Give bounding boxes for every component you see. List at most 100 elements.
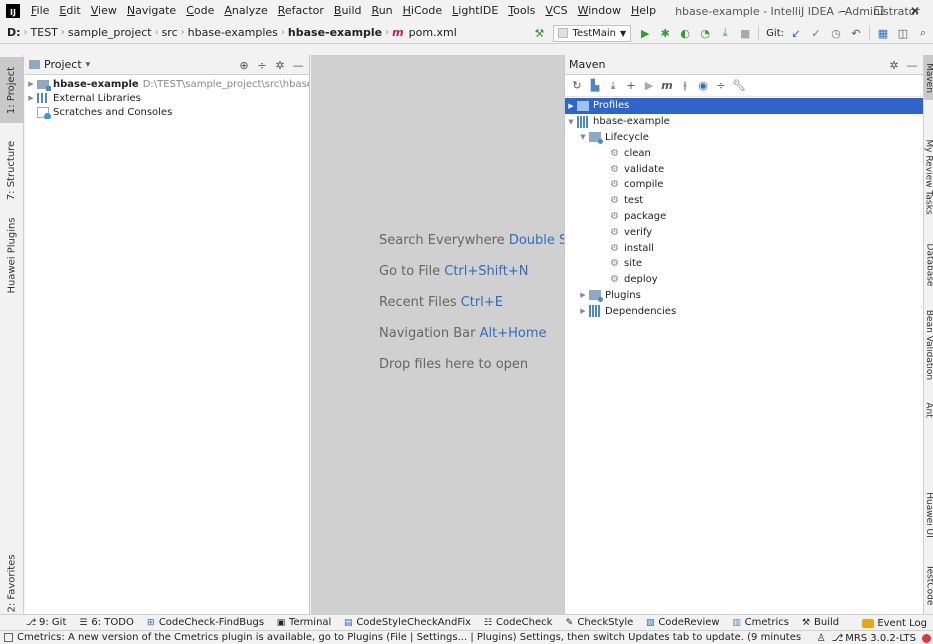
search-icon[interactable]: ⌕ <box>914 24 932 42</box>
breadcrumb-hbase-examples[interactable]: hbase-examples <box>185 26 281 39</box>
error-indicator-icon[interactable] <box>922 633 931 643</box>
tab-codecheck[interactable]: ☷ CodeCheck <box>477 617 558 628</box>
wrench-icon[interactable]: 🔧︎ <box>731 78 747 94</box>
tab-project[interactable]: 1: Project <box>0 57 24 123</box>
gear-icon[interactable]: ✲ <box>887 59 901 72</box>
maven-phase-test[interactable]: ⚙ test <box>565 193 923 209</box>
tab-bean-validation[interactable]: Bean Validation <box>924 295 933 395</box>
menu-navigate[interactable]: Navigate <box>122 0 181 22</box>
tab-database[interactable]: Database <box>924 235 933 295</box>
collapse-arrow-icon[interactable]: ▼ <box>577 133 589 141</box>
reload-icon[interactable]: ↻ <box>569 78 585 94</box>
tree-item-external-libraries[interactable]: ▶ External Libraries <box>25 91 309 105</box>
close-button[interactable]: ✕ <box>897 0 933 22</box>
tab-structure[interactable]: 7: Structure <box>0 130 24 210</box>
rollback-icon[interactable]: ↶ <box>847 24 865 42</box>
download-icon[interactable]: ⤓ <box>605 78 621 94</box>
menu-build[interactable]: Build <box>329 0 367 22</box>
run-maven-icon[interactable]: ▶ <box>641 78 657 94</box>
event-log-tab[interactable]: Event Log <box>862 615 927 631</box>
expand-arrow-icon[interactable]: ▶ <box>25 80 37 88</box>
toggle-tool-windows-icon[interactable] <box>4 633 13 642</box>
maven-phase-package[interactable]: ⚙ package <box>565 209 923 225</box>
tab-ant[interactable]: Ant <box>924 395 933 425</box>
tab-favorites[interactable]: 2: Favorites <box>0 543 24 623</box>
locate-file-icon[interactable]: ⊕ <box>237 59 251 72</box>
tab-git[interactable]: ⎇ 9: Git <box>20 617 72 628</box>
menu-code[interactable]: Code <box>181 0 219 22</box>
skip-tests-icon[interactable]: ⫲ <box>677 78 693 94</box>
menu-help[interactable]: Help <box>626 0 661 22</box>
collapse-all-icon[interactable]: ÷ <box>255 59 269 72</box>
git-history-icon[interactable]: ◷ <box>827 24 845 42</box>
expand-arrow-icon[interactable]: ▶ <box>25 94 37 102</box>
gear-icon[interactable]: ✲ <box>273 59 287 72</box>
presentation-icon[interactable]: ◫ <box>894 24 912 42</box>
breadcrumb-sample-project[interactable]: sample_project <box>65 26 155 39</box>
menu-lightide[interactable]: LightIDE <box>447 0 503 22</box>
git-commit-icon[interactable]: ✓ <box>807 24 825 42</box>
debug-icon[interactable]: ✱ <box>656 24 674 42</box>
maven-phase-clean[interactable]: ⚙ clean <box>565 145 923 161</box>
show-dependencies-icon[interactable]: ◉ <box>695 78 711 94</box>
breadcrumb-hbase-example[interactable]: hbase-example <box>285 26 385 39</box>
tab-todo[interactable]: ☰ 6: TODO <box>72 617 139 628</box>
project-view-title[interactable]: Project <box>44 58 82 71</box>
hide-panel-icon[interactable]: — <box>291 59 305 72</box>
tab-my-review-tasks[interactable]: My Review Tasks <box>924 117 933 237</box>
tab-build[interactable]: ⚒ Build <box>795 617 845 628</box>
maven-tree-profiles[interactable]: ▶ Profiles <box>565 98 923 114</box>
menu-refactor[interactable]: Refactor <box>273 0 329 22</box>
breadcrumb-test[interactable]: TEST <box>28 26 61 39</box>
tab-codereview[interactable]: ▧ CodeReview <box>639 617 725 628</box>
git-branch-widget[interactable]: MRS 3.0.2-LTS <box>845 633 916 644</box>
project-structure-icon[interactable]: ▦ <box>874 24 892 42</box>
hide-panel-icon[interactable]: — <box>905 59 919 72</box>
stop-icon[interactable]: ■ <box>736 24 754 42</box>
maven-phase-verify[interactable]: ⚙ verify <box>565 224 923 240</box>
maven-tree-module[interactable]: ▼ hbase-example <box>565 114 923 130</box>
menu-analyze[interactable]: Analyze <box>219 0 272 22</box>
tab-huawei-ui[interactable]: Huawei UI <box>924 485 933 545</box>
maven-tree-plugins[interactable]: ▶ Plugins <box>565 288 923 304</box>
maven-tree-dependencies[interactable]: ▶ Dependencies <box>565 303 923 319</box>
maven-phase-site[interactable]: ⚙ site <box>565 256 923 272</box>
coverage-icon[interactable]: ◐ <box>676 24 694 42</box>
tab-huawei-plugins[interactable]: Huawei Plugins <box>0 210 24 300</box>
collapse-arrow-icon[interactable]: ▼ <box>565 118 577 126</box>
tab-checkstyle[interactable]: ✎ CheckStyle <box>558 617 639 628</box>
breadcrumb-pom-xml[interactable]: pom.xml <box>406 26 460 39</box>
profile-icon[interactable]: ◔ <box>696 24 714 42</box>
tab-terminal[interactable]: ▣ Terminal <box>270 617 337 628</box>
menu-tools[interactable]: Tools <box>503 0 540 22</box>
breadcrumb-drive[interactable]: D: <box>4 26 24 39</box>
tab-cmetrics[interactable]: ▥ Cmetrics <box>726 617 795 628</box>
generate-sources-icon[interactable]: ▙ <box>587 78 603 94</box>
tab-codecheck-findbugs[interactable]: ⊞ CodeCheck-FindBugs <box>140 617 270 628</box>
run-configuration-select[interactable]: TestMain ▼ <box>553 24 632 42</box>
expand-arrow-icon[interactable]: ▶ <box>577 307 589 315</box>
run-icon[interactable]: ▶ <box>636 24 654 42</box>
git-update-icon[interactable]: ↙ <box>787 24 805 42</box>
maven-phase-validate[interactable]: ⚙ validate <box>565 161 923 177</box>
menu-vcs[interactable]: VCS <box>540 0 572 22</box>
collapse-all-icon[interactable]: ÷ <box>713 78 729 94</box>
expand-arrow-icon[interactable]: ▶ <box>565 102 577 110</box>
tree-item-hbase-example[interactable]: ▶ hbase-example D:\TEST\sample_project\s… <box>25 77 309 91</box>
project-view-dropdown[interactable]: ▾ <box>86 60 91 70</box>
add-icon[interactable]: + <box>623 78 639 94</box>
menu-run[interactable]: Run <box>367 0 398 22</box>
memory-indicator-icon[interactable]: ♙ <box>817 633 826 644</box>
maven-phase-deploy[interactable]: ⚙ deploy <box>565 272 923 288</box>
tab-codestyle-check-fix[interactable]: ▤ CodeStyleCheckAndFix <box>337 617 477 628</box>
maven-phase-install[interactable]: ⚙ install <box>565 240 923 256</box>
maven-tree-lifecycle[interactable]: ▼ Lifecycle <box>565 130 923 146</box>
menu-file[interactable]: File <box>26 0 54 22</box>
editor-empty-area[interactable]: Search Everywhere Double Shift Go to Fil… <box>311 55 564 626</box>
tab-maven[interactable]: Maven <box>924 55 933 100</box>
maximize-button[interactable]: ☐ <box>861 0 897 22</box>
attach-debugger-icon[interactable]: ⤓ <box>716 24 734 42</box>
maven-phase-compile[interactable]: ⚙ compile <box>565 177 923 193</box>
execute-goal-icon[interactable]: m <box>659 78 675 94</box>
status-message[interactable]: Cmetrics: A new version of the Cmetrics … <box>17 632 827 643</box>
